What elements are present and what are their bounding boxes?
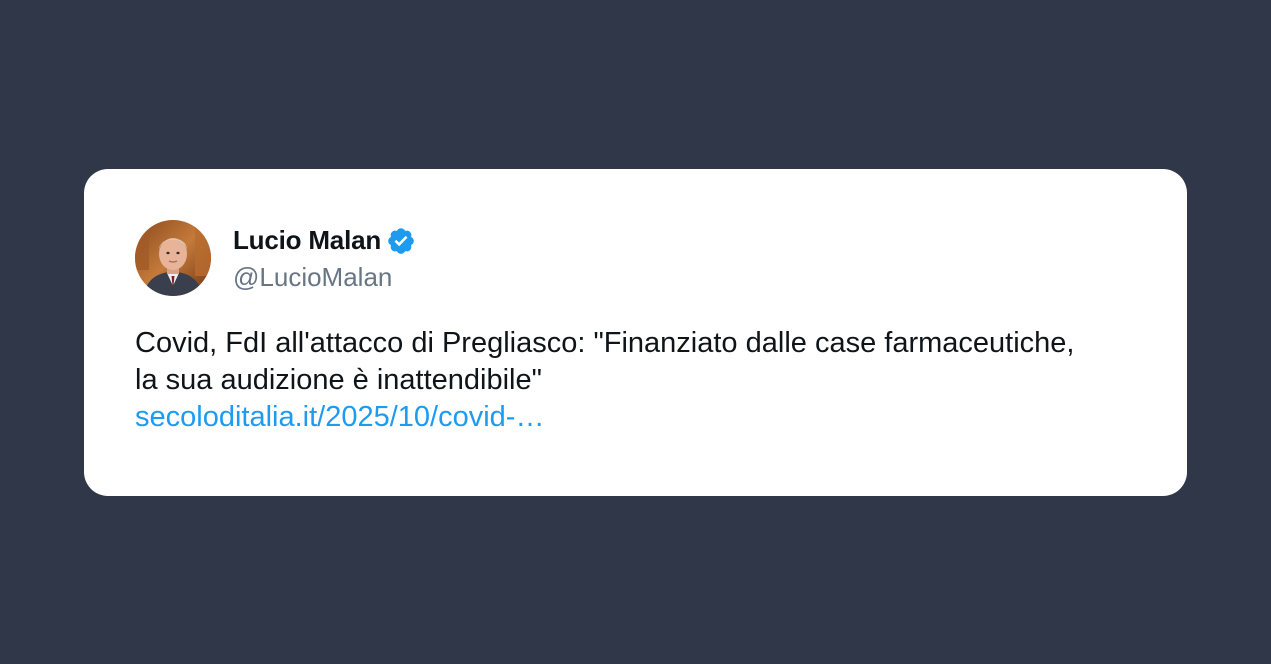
avatar-image [135, 220, 211, 296]
author-info: Lucio Malan @LucioMalan [233, 224, 416, 293]
handle[interactable]: @LucioMalan [233, 262, 416, 293]
tweet-link[interactable]: secoloditalia.it/2025/10/covid-… [135, 399, 1095, 436]
name-row: Lucio Malan [233, 224, 416, 258]
tweet-card: Lucio Malan @LucioMalan Covid, FdI all'a… [84, 169, 1187, 496]
tweet-text: Covid, FdI all'attacco di Pregliasco: "F… [135, 327, 1075, 396]
tweet-header: Lucio Malan @LucioMalan [135, 220, 416, 296]
display-name[interactable]: Lucio Malan [233, 225, 381, 256]
tweet-body: Covid, FdI all'attacco di Pregliasco: "F… [135, 325, 1095, 436]
avatar[interactable] [135, 220, 211, 296]
verified-badge-icon [386, 226, 416, 256]
